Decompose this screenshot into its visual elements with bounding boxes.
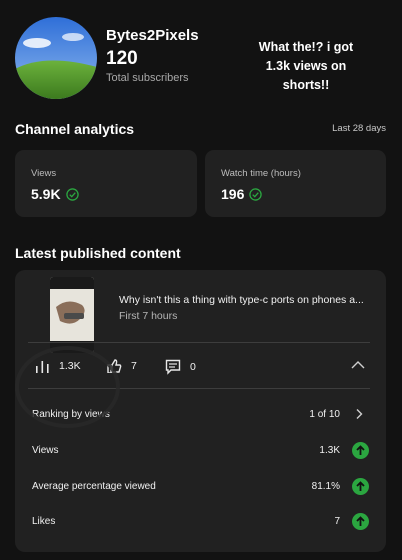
channel-dashboard: Bytes2Pixels 120 Total subscribers What … (0, 0, 402, 560)
views-value: 5.9K (31, 186, 61, 202)
analytics-period[interactable]: Last 28 days (332, 123, 386, 134)
arrow-up-circle-icon (352, 513, 369, 530)
stat-row-value: 7 (334, 516, 340, 527)
views-label: Views (31, 168, 57, 179)
arrow-up-circle-icon (352, 442, 369, 459)
arrow-up-circle-icon (352, 478, 369, 495)
stat-row-value: 1.3K (319, 445, 340, 456)
video-title[interactable]: Why isn't this a thing with type-c ports… (119, 294, 374, 306)
channel-name: Bytes2Pixels (106, 27, 199, 44)
overlay-caption: What the!? i got 1.3k views on shorts!! (258, 40, 354, 92)
check-circle-icon (65, 187, 79, 201)
metric-comments-value: 0 (190, 361, 196, 373)
channel-avatar[interactable] (15, 17, 97, 99)
metric-likes-value: 7 (131, 360, 137, 372)
comment-icon (165, 359, 181, 375)
chevron-up-icon[interactable] (350, 359, 366, 371)
ranking-value: 1 of 10 (309, 409, 340, 420)
subscriber-label: Total subscribers (106, 72, 189, 84)
stat-row-label: Average percentage viewed (32, 481, 156, 492)
landscape-avatar-icon (15, 17, 97, 99)
stat-row-label: Likes (32, 516, 56, 527)
metric-comments: 0 (165, 359, 196, 375)
views-card[interactable]: Views 5.9K (15, 150, 197, 217)
chevron-right-icon[interactable] (354, 408, 364, 420)
watch-time-value: 196 (221, 186, 245, 202)
subscriber-count: 120 (106, 48, 138, 69)
stat-row-label: Views (32, 445, 59, 456)
watch-time-value-row: 196 (221, 186, 263, 202)
latest-content-title: Latest published content (15, 245, 181, 261)
analytics-title: Channel analytics (15, 121, 135, 137)
video-subtitle: First 7 hours (119, 310, 178, 322)
watch-time-card[interactable]: Watch time (hours) 196 (205, 150, 386, 217)
stat-row-value: 81.1% (311, 481, 340, 492)
annotation-circle (15, 346, 120, 428)
views-value-row: 5.9K (31, 186, 79, 202)
divider (28, 342, 370, 343)
watch-time-label: Watch time (hours) (221, 168, 301, 179)
check-circle-icon (249, 187, 263, 201)
